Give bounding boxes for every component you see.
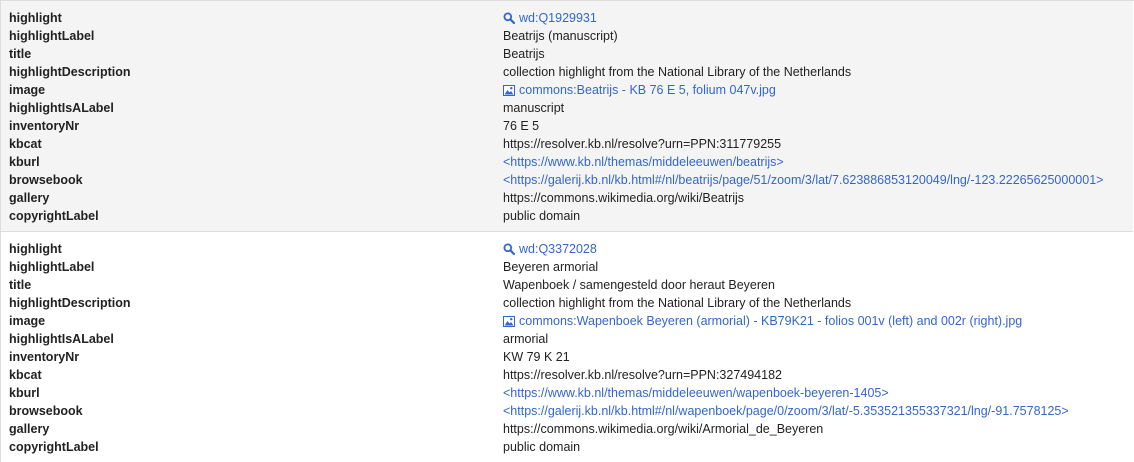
field-key: kbcat (9, 368, 42, 382)
field-value: public domain (503, 209, 581, 223)
result-row-highlightIsALabel: highlightIsALabel armorial (1, 330, 1133, 348)
field-key: highlightLabel (9, 260, 95, 274)
result-row-inventoryNr: inventoryNr 76 E 5 (1, 117, 1133, 135)
field-value: manuscript (503, 101, 565, 115)
field-value: <https://www.kb.nl/themas/middeleeuwen/w… (503, 384, 1133, 402)
image-icon (503, 316, 515, 327)
field-key: kburl (9, 386, 40, 400)
field-key: browsebook (9, 173, 83, 187)
field-value: Beyeren armorial (503, 260, 599, 274)
field-key: title (9, 47, 32, 61)
entity-link[interactable]: wd:Q3372028 (503, 242, 597, 256)
image-icon (503, 85, 515, 96)
search-icon (503, 12, 515, 24)
browsebook-link[interactable]: <https://galerij.kb.nl/kb.html#/nl/wapen… (503, 404, 1069, 418)
field-key: kburl (9, 155, 40, 169)
result-row-highlightLabel: highlightLabel Beatrijs (manuscript) (1, 27, 1133, 45)
field-key: browsebook (9, 404, 83, 418)
result-record: highlight wd:Q1929931 highlightLabel Bea… (0, 1, 1133, 232)
field-key: gallery (9, 191, 50, 205)
field-value: <https://galerij.kb.nl/kb.html#/nl/wapen… (503, 402, 1133, 420)
result-row-highlightIsALabel: highlightIsALabel manuscript (1, 99, 1133, 117)
field-key: highlight (9, 242, 62, 256)
result-row-kbcat: kbcat https://resolver.kb.nl/resolve?urn… (1, 135, 1133, 153)
field-value: Wapenboek / samengesteld door heraut Bey… (503, 278, 775, 292)
result-row-highlight: highlight wd:Q3372028 (1, 240, 1133, 258)
field-value: <https://galerij.kb.nl/kb.html#/nl/beatr… (503, 171, 1133, 189)
image-link-label: commons:Wapenboek Beyeren (armorial) - K… (519, 314, 1023, 328)
field-key: copyrightLabel (9, 209, 99, 223)
result-row-kbcat: kbcat https://resolver.kb.nl/resolve?urn… (1, 366, 1133, 384)
field-key: highlightIsALabel (9, 101, 114, 115)
kburl-link[interactable]: <https://www.kb.nl/themas/middeleeuwen/b… (503, 155, 784, 169)
field-key: inventoryNr (9, 119, 80, 133)
result-row-inventoryNr: inventoryNr KW 79 K 21 (1, 348, 1133, 366)
field-value: <https://www.kb.nl/themas/middeleeuwen/b… (503, 153, 1133, 171)
result-row-browsebook: browsebook <https://galerij.kb.nl/kb.htm… (1, 402, 1133, 420)
kburl-link[interactable]: <https://www.kb.nl/themas/middeleeuwen/w… (503, 386, 889, 400)
field-value: commons:Wapenboek Beyeren (armorial) - K… (503, 312, 1133, 330)
field-value: collection highlight from the National L… (503, 296, 852, 310)
image-link-label: commons:Beatrijs - KB 76 E 5, folium 047… (519, 83, 776, 97)
field-value: commons:Beatrijs - KB 76 E 5, folium 047… (503, 81, 1133, 99)
result-row-gallery: gallery https://commons.wikimedia.org/wi… (1, 189, 1133, 207)
field-key: title (9, 278, 32, 292)
search-icon (503, 243, 515, 255)
field-value: KW 79 K 21 (503, 350, 570, 364)
field-value: https://commons.wikimedia.org/wiki/Armor… (503, 422, 824, 436)
result-row-highlight: highlight wd:Q1929931 (1, 9, 1133, 27)
field-key: inventoryNr (9, 350, 80, 364)
result-row-browsebook: browsebook <https://galerij.kb.nl/kb.htm… (1, 171, 1133, 189)
results-list: highlight wd:Q1929931 highlightLabel Bea… (0, 0, 1134, 462)
entity-link-label: wd:Q3372028 (519, 242, 597, 256)
result-row-kburl: kburl <https://www.kb.nl/themas/middelee… (1, 153, 1133, 171)
result-row-kburl: kburl <https://www.kb.nl/themas/middelee… (1, 384, 1133, 402)
field-value: https://resolver.kb.nl/resolve?urn=PPN:3… (503, 137, 782, 151)
field-value: https://commons.wikimedia.org/wiki/Beatr… (503, 191, 745, 205)
result-row-title: title Beatrijs (1, 45, 1133, 63)
field-value: 76 E 5 (503, 119, 540, 133)
image-link[interactable]: commons:Wapenboek Beyeren (armorial) - K… (503, 314, 1022, 328)
result-row-title: title Wapenboek / samengesteld door hera… (1, 276, 1133, 294)
field-key: highlightLabel (9, 29, 95, 43)
result-row-copyrightLabel: copyrightLabel public domain (1, 207, 1133, 225)
result-row-highlightDescription: highlightDescription collection highligh… (1, 63, 1133, 81)
result-row-copyrightLabel: copyrightLabel public domain (1, 438, 1133, 456)
field-key: image (9, 83, 46, 97)
field-value: https://resolver.kb.nl/resolve?urn=PPN:3… (503, 368, 782, 382)
image-link[interactable]: commons:Beatrijs - KB 76 E 5, folium 047… (503, 83, 776, 97)
field-key: gallery (9, 422, 50, 436)
field-key: highlightDescription (9, 65, 131, 79)
field-value: public domain (503, 440, 581, 454)
field-key: highlightDescription (9, 296, 131, 310)
result-record: highlight wd:Q3372028 highlightLabel Bey… (0, 232, 1133, 462)
field-value: Beatrijs (manuscript) (503, 29, 618, 43)
field-key: copyrightLabel (9, 440, 99, 454)
field-value: collection highlight from the National L… (503, 65, 852, 79)
field-value: wd:Q3372028 (503, 240, 1133, 258)
result-row-highlightLabel: highlightLabel Beyeren armorial (1, 258, 1133, 276)
field-key: highlight (9, 11, 62, 25)
browsebook-link[interactable]: <https://galerij.kb.nl/kb.html#/nl/beatr… (503, 173, 1103, 187)
result-row-gallery: gallery https://commons.wikimedia.org/wi… (1, 420, 1133, 438)
field-key: highlightIsALabel (9, 332, 114, 346)
entity-link[interactable]: wd:Q1929931 (503, 11, 597, 25)
result-row-image: image commons:Wapenboek Beyeren (armoria… (1, 312, 1133, 330)
result-row-highlightDescription: highlightDescription collection highligh… (1, 294, 1133, 312)
field-key: kbcat (9, 137, 42, 151)
field-value: Beatrijs (503, 47, 545, 61)
field-key: image (9, 314, 46, 328)
entity-link-label: wd:Q1929931 (519, 11, 597, 25)
result-row-image: image commons:Beatrijs - KB 76 E 5, foli… (1, 81, 1133, 99)
field-value: armorial (503, 332, 549, 346)
field-value: wd:Q1929931 (503, 9, 1133, 27)
